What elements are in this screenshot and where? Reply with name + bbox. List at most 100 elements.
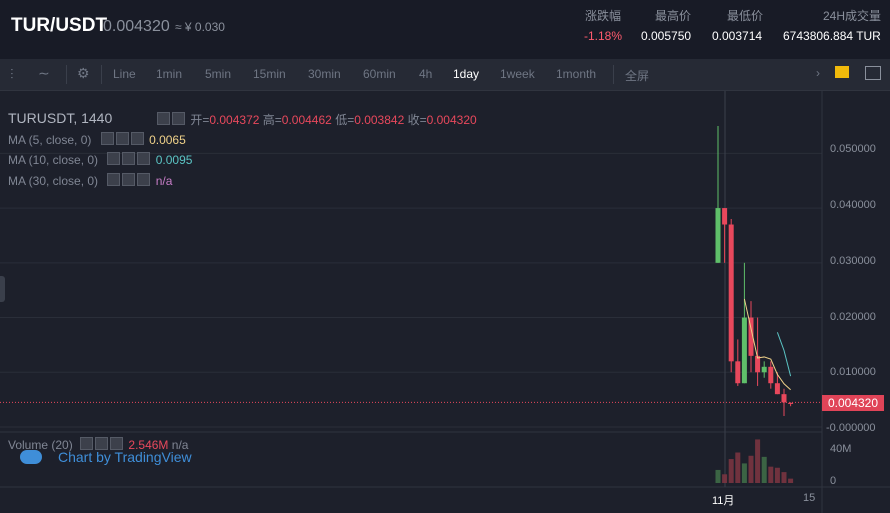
x-tick-1: 15 [803,492,816,504]
tradingview-watermark[interactable]: Chart by TradingView [20,449,192,465]
open-label: 开= [190,113,210,127]
eye-icon[interactable] [100,132,114,145]
close-icon[interactable] [137,152,151,165]
interval-1week[interactable]: 1week [500,67,535,81]
toolbar-divider [66,65,67,84]
ma5-icons [100,132,146,147]
gear-icon[interactable] [115,132,129,145]
volume-bar [768,466,774,483]
chart-toolbar: ⫶ ∼ ⚙ Line 1min 5min 15min 30min 60min 4… [0,59,890,91]
ma10-icons [107,152,152,167]
ma5-value: 0.0065 [149,133,186,147]
cny-price: ≈ ¥ 0.030 [175,20,225,34]
ma10-value: 0.0095 [155,153,193,167]
interval-60min[interactable]: 60min [363,67,396,81]
close-label-legend: 收= [407,113,427,127]
volume24h-label: 24H成交量 [823,9,882,23]
ma30-icons [107,173,152,188]
ma30-value: n/a [155,174,173,188]
last-price: 0.004320 [103,18,170,35]
low-label: 最低价 [727,9,764,23]
gear-icon[interactable] [122,173,136,186]
volume-tick-0: 40M [830,443,852,455]
side-panel-toggle[interactable] [0,276,5,302]
interval-1day[interactable]: 1day [453,67,479,81]
close-icon[interactable] [130,132,144,145]
fullscreen-button[interactable]: 全屏 [625,67,649,84]
change-label: 涨跌幅 [585,9,622,23]
watermark-text: Chart by TradingView [58,449,192,465]
volume-bar [781,472,787,483]
candle-body [735,361,741,384]
ma5-label: MA (5, close, 0) [8,133,92,147]
legend-ma30: MA (30, close, 0) n/a [8,173,172,188]
depth-chart-icon[interactable] [865,66,881,80]
gear-icon[interactable] [122,152,136,165]
volume-bar [788,478,794,483]
ma10-label: MA (10, close, 0) [8,153,99,167]
market-header: TUR/USDT 0.004320 ≈ ¥ 0.030 涨跌幅 -1.18% 最… [0,0,890,55]
y-tick-1: 0.040000 [830,199,876,211]
candle-body [774,383,780,395]
volume-bar [774,467,780,483]
ma30-label: MA (30, close, 0) [8,174,99,188]
candle-body [761,366,767,373]
interval-15min[interactable]: 15min [253,67,286,81]
volume24h-value: 6743806.884 TUR [783,29,881,43]
line-style-icon[interactable]: ∼ [38,65,50,82]
high-value: 0.005750 [641,29,692,43]
candle-body [722,208,728,225]
volume-bar [741,463,747,483]
volume-tick-1: 0 [830,475,837,487]
volume-bar [735,452,741,483]
y-tick-4: 0.010000 [830,366,876,378]
interval-1min[interactable]: 1min [156,67,182,81]
volume-bar [722,474,728,483]
gear-icon[interactable] [172,112,185,125]
volume-bar [755,439,761,483]
interval-4h[interactable]: 4h [419,67,432,81]
open-value: 0.004372 [209,113,260,127]
volume-bar [715,469,721,483]
candle-body [715,208,721,263]
eye-icon[interactable] [107,173,121,186]
y-tick-0: 0.050000 [830,143,876,155]
interval-1month[interactable]: 1month [556,67,596,81]
change-value: -1.18% [584,29,623,43]
candlestick-chart-icon[interactable] [835,66,849,78]
high-value-legend: 0.004462 [281,113,332,127]
interval-30min[interactable]: 30min [308,67,341,81]
low-value-legend: 0.003842 [354,113,405,127]
volume-bar [748,455,754,483]
y-tick-3: 0.020000 [830,311,876,323]
high-label: 最高价 [655,9,692,23]
volume-bar [761,456,767,483]
volume-bar [728,459,734,483]
chart-area[interactable]: TURUSDT, 1440 开=0.004372 高=0.004462 低=0.… [0,91,890,513]
legend-ohlc: 开=0.004372 高=0.004462 低=0.003842 收=0.004… [157,111,477,128]
eye-icon[interactable] [157,112,170,125]
low-label-legend: 低= [335,113,355,127]
low-value: 0.003714 [712,29,763,43]
candle-body [781,394,787,403]
candle-body [741,317,747,384]
scroll-right-icon[interactable]: › [816,66,820,80]
legend-ma10: MA (10, close, 0) 0.0095 [8,152,192,167]
interval-5min[interactable]: 5min [205,67,231,81]
candle-body [768,366,774,384]
current-price-tag: 0.004320 [822,395,884,411]
legend-symbol-text: TURUSDT, 1440 [8,110,113,126]
candle-style-icon[interactable]: ⫶ [10,66,14,83]
interval-line[interactable]: Line [113,67,136,81]
x-tick-0: 11月 [712,495,735,507]
legend-symbol: TURUSDT, 1440 [8,110,112,126]
eye-icon[interactable] [107,152,121,165]
candle-body [788,402,794,404]
high-label-legend: 高= [262,113,282,127]
y-tick-2: 0.030000 [830,255,876,267]
y-tick-5: -0.000000 [826,422,876,434]
settings-icon[interactable]: ⚙ [77,65,90,82]
pair-title: TUR/USDT [11,15,108,36]
close-icon[interactable] [137,173,151,186]
candle-body [728,224,734,362]
